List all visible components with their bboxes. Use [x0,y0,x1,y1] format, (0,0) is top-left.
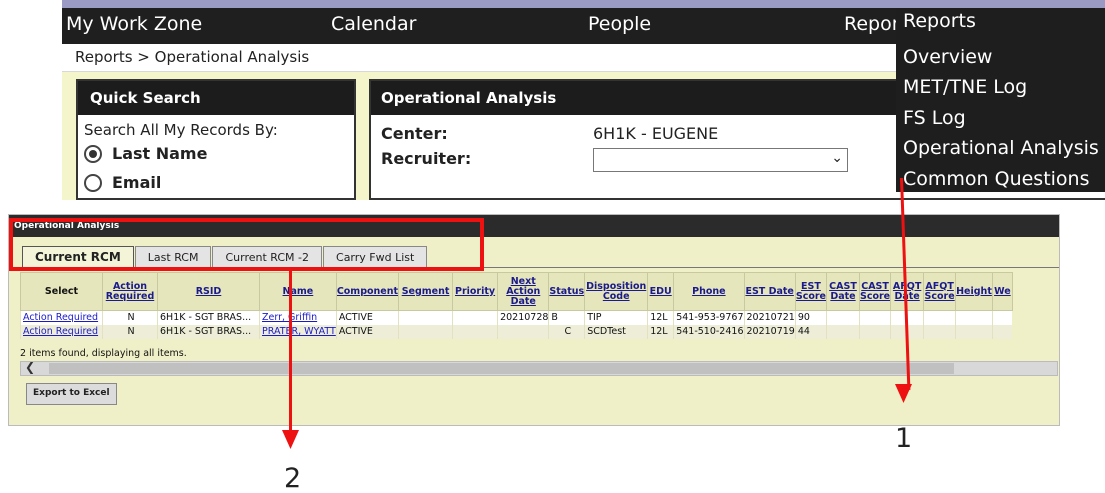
radio-last-name-label: Last Name [112,144,208,163]
top-strip [62,0,1105,8]
col-priority[interactable]: Priority [452,272,499,311]
nav-calendar[interactable]: Calendar [331,13,416,35]
col-rsid[interactable]: RSID [157,272,260,311]
cell-cast-date [825,324,860,339]
cell-disposition-code: SCDTest [584,324,648,339]
annotation-label-1: 1 [895,423,913,454]
col-afqt-score[interactable]: AFQT Score [923,272,957,311]
col-disposition-code[interactable]: Disposition Code [584,272,649,311]
cell-priority [452,310,498,325]
table-row: Action Required N 6H1K - SGT BRAS... PRA… [20,324,1013,339]
radio-selected-icon[interactable] [84,144,102,163]
cell-component: ACTIVE [335,310,399,325]
cell-afqt-score [923,324,956,339]
cell-phone: 541-510-2416 [673,324,744,339]
cell-cast-score [858,324,891,339]
nav-my-work-zone[interactable]: My Work Zone [66,13,202,35]
col-cast-date[interactable]: CAST Date [825,272,860,311]
quick-search-title: Quick Search [78,81,354,115]
col-status[interactable]: Status [548,272,586,311]
radio-last-name[interactable]: Last Name [84,144,207,163]
recruiter-label: Recruiter: [381,149,472,168]
cell-est-score: 90 [794,310,827,325]
nav-people[interactable]: People [588,13,651,35]
export-to-excel-button[interactable]: Export to Excel [26,383,117,405]
cell-segment [398,324,453,339]
nav-reports-header[interactable]: Reports [903,10,976,32]
scroll-left-icon[interactable]: ❮ [25,360,35,374]
quick-search-panel: Quick Search Search All My Records By: L… [76,79,356,200]
col-est-date[interactable]: EST Date [743,272,796,311]
col-height[interactable]: Height [955,272,993,311]
cell-we [991,324,1013,339]
cell-next-action-date [497,324,549,339]
recruiter-select[interactable]: ⌄ [593,148,848,172]
cell-afqt-score [923,310,956,325]
chevron-down-icon[interactable]: ⌄ [831,150,843,166]
col-cast-score[interactable]: CAST Score [858,272,892,311]
cell-height [955,324,993,339]
reports-menu-items: Overview MET/TNE Log FS Log Operational … [896,44,1105,192]
cell-status: B [548,310,585,325]
cell-status: C [548,324,585,339]
center-label: Center: [381,124,448,143]
cell-priority [452,324,498,339]
cell-est-date: 20210721 [743,310,796,325]
col-name[interactable]: Name [259,272,337,311]
cell-est-date: 20210719 [743,324,796,339]
callout-line-2 [289,271,292,436]
cell-est-score: 44 [794,324,827,339]
cell-height [955,310,993,325]
scrollbar-thumb[interactable] [49,363,954,374]
quick-search-subtitle: Search All My Records By: [84,121,278,139]
table-row: Action Required N 6H1K - SGT BRAS... Zer… [20,310,1013,325]
col-edu[interactable]: EDU [647,272,675,311]
cell-rsid: 6H1K - SGT BRAS... [157,324,260,339]
cell-segment [398,310,453,325]
menu-item-operational-analysis[interactable]: Operational Analysis [903,137,1099,159]
cell-edu: 12L [647,310,674,325]
menu-item-fs-log[interactable]: FS Log [903,107,966,129]
menu-item-met-tne-log[interactable]: MET/TNE Log [903,76,1027,98]
cell-edu: 12L [647,324,674,339]
name-link[interactable]: Zerr, Griffin [259,310,337,325]
cell-action-required: N [102,310,158,325]
radio-email[interactable]: Email [84,173,161,192]
arrow-down-icon [282,430,299,449]
cell-next-action-date: 20210728 [497,310,549,325]
horizontal-scrollbar[interactable]: ❮ [20,360,1058,376]
cell-action-required: N [102,324,158,339]
cell-cast-score [858,310,891,325]
col-action-required[interactable]: Action Required [102,272,158,311]
col-component[interactable]: Component [335,272,400,311]
col-est-score[interactable]: EST Score [794,272,827,311]
col-segment[interactable]: Segment [398,272,454,311]
col-we[interactable]: We [991,272,1013,311]
cell-disposition-code: TIP [584,310,648,325]
menu-item-common-questions[interactable]: Common Questions [903,168,1090,190]
annotation-label-2: 2 [284,463,302,493]
radio-email-label: Email [112,173,162,192]
center-value: 6H1K - EUGENE [593,124,719,143]
arrow-down-icon [895,384,912,403]
name-link[interactable]: PRATER, WYATT [259,324,337,339]
cell-cast-date [825,310,860,325]
breadcrumb: Reports > Operational Analysis [75,48,310,66]
cell-component: ACTIVE [335,324,399,339]
col-select: Select [20,272,103,311]
tabs-highlight-box [9,218,484,271]
col-next-action-date[interactable]: Next Action Date [497,272,550,311]
cell-phone: 541-953-9767 [673,310,744,325]
menu-item-overview[interactable]: Overview [903,46,992,68]
col-phone[interactable]: Phone [673,272,745,311]
items-count-text: 2 items found, displaying all items. [20,348,187,359]
action-required-link[interactable]: Action Required [20,310,103,325]
cell-we [991,310,1013,325]
radio-unselected-icon[interactable] [84,173,102,192]
cell-rsid: 6H1K - SGT BRAS... [157,310,260,325]
action-required-link[interactable]: Action Required [20,324,103,339]
